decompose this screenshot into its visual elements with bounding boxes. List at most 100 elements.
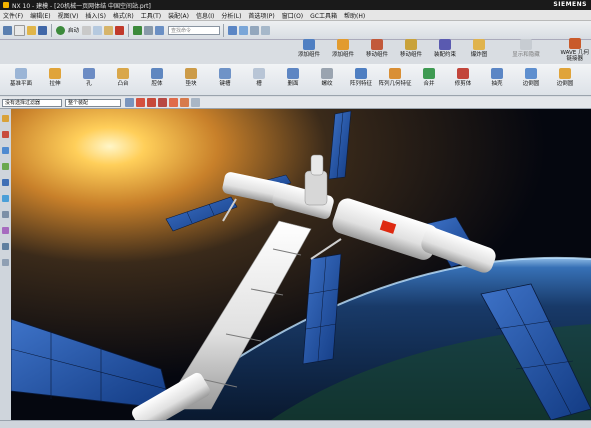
graphics-viewport[interactable]: [11, 109, 591, 420]
snap-point-icon[interactable]: [136, 98, 145, 107]
menu-file[interactable]: 文件(F): [3, 11, 23, 20]
snap-intersection-icon[interactable]: [191, 98, 200, 107]
soyuz-top: [310, 154, 324, 176]
pattern-feature-button[interactable]: 阵列特征: [344, 68, 378, 87]
web-browser-icon[interactable]: [2, 195, 9, 202]
selection-bar: 没有选择过滤器 整个装配: [0, 97, 591, 109]
groove-button[interactable]: 槽: [242, 68, 276, 87]
title-bar: NX 10 - 建模 - [20机械一页网体结 中国空间站.prt] SIEME…: [0, 0, 591, 10]
trim-body-icon: [457, 68, 469, 79]
menu-gc-toolbox[interactable]: GC工具箱: [310, 11, 337, 20]
boss-icon: [117, 68, 129, 79]
rotate-view-icon[interactable]: [239, 25, 249, 35]
move-component-button[interactable]: 移动组件: [360, 39, 394, 58]
show-hide-icon: [520, 39, 532, 50]
delete-face-icon: [287, 68, 299, 79]
pattern-feature-icon: [355, 68, 367, 79]
snap-center-icon[interactable]: [169, 98, 178, 107]
select-icon[interactable]: [125, 98, 134, 107]
history-icon[interactable]: [2, 211, 9, 218]
datum-plane-button[interactable]: 基准平面: [4, 68, 38, 87]
constraint-icon: [439, 39, 451, 50]
window-icon[interactable]: [155, 25, 165, 35]
shell-icon: [491, 68, 503, 79]
new-component-icon: [337, 39, 349, 50]
hd3d-icon[interactable]: [2, 179, 9, 186]
unite-button[interactable]: 合并: [412, 68, 446, 87]
chamfer-button[interactable]: 边倒圆: [548, 68, 582, 87]
datum-plane-icon: [15, 68, 27, 79]
extrude-icon: [49, 68, 61, 79]
assembly-navigator-icon[interactable]: [2, 115, 9, 122]
thread-button[interactable]: 螺纹: [310, 68, 344, 87]
snap-quadrant-icon[interactable]: [180, 98, 189, 107]
chamfer-icon: [559, 68, 571, 79]
delete-icon[interactable]: [115, 25, 125, 35]
start-menu[interactable]: 启动: [68, 26, 79, 34]
menu-insert[interactable]: 插入(S): [85, 11, 106, 20]
menu-assembly[interactable]: 装配(A): [168, 11, 189, 20]
menu-window[interactable]: 窗口(O): [282, 11, 303, 20]
move-component-2-button[interactable]: 移动组件: [394, 39, 428, 58]
menu-tools[interactable]: 工具(T): [141, 11, 161, 20]
wave-linker-button[interactable]: WAVE 几何 链接器: [560, 38, 589, 62]
menu-preferences[interactable]: 首选项(P): [248, 11, 274, 20]
edge-blend-button[interactable]: 边倒圆: [514, 68, 548, 87]
pad-icon: [185, 68, 197, 79]
menu-view[interactable]: 视图(V): [58, 11, 79, 20]
menu-info[interactable]: 信息(I): [196, 11, 214, 20]
copy-icon[interactable]: [93, 25, 103, 35]
repeat-icon[interactable]: [144, 25, 154, 35]
pocket-button[interactable]: 腔体: [140, 68, 174, 87]
menu-format[interactable]: 格式(R): [113, 11, 134, 20]
selection-scope-dropdown[interactable]: 整个装配: [65, 98, 121, 107]
show-hide-button[interactable]: 显示和隐藏: [496, 39, 556, 58]
slot-button[interactable]: 键槽: [208, 68, 242, 87]
part-navigator-icon[interactable]: [2, 147, 9, 154]
selection-filter-dropdown[interactable]: 没有选择过滤器: [2, 98, 62, 107]
reuse-library-icon[interactable]: [2, 163, 9, 170]
process-studio-icon[interactable]: [2, 243, 9, 250]
exploded-view-button[interactable]: 爆炸图: [462, 39, 496, 58]
hole-icon: [83, 68, 95, 79]
save-icon[interactable]: [38, 25, 47, 35]
snap-mid-icon[interactable]: [158, 98, 167, 107]
new-file-icon[interactable]: [14, 24, 25, 36]
menu-help[interactable]: 帮助(H): [344, 11, 365, 20]
trim-body-button[interactable]: 修剪体: [446, 68, 480, 87]
snap-end-icon[interactable]: [147, 98, 156, 107]
pattern-geometry-button[interactable]: 阵列几何特征: [378, 68, 412, 87]
boss-button[interactable]: 凸台: [106, 68, 140, 87]
menu-edit[interactable]: 编辑(E): [30, 11, 50, 20]
command-search-input[interactable]: 查找命令: [168, 25, 221, 35]
constraint-navigator-icon[interactable]: [2, 131, 9, 138]
delete-face-button[interactable]: 删面: [276, 68, 310, 87]
system-materials-icon[interactable]: [2, 227, 9, 234]
shell-button[interactable]: 抽壳: [480, 68, 514, 87]
move-component-icon: [371, 39, 383, 50]
grid-icon[interactable]: [3, 25, 12, 35]
redo-icon[interactable]: [133, 25, 143, 35]
pad-button[interactable]: 垫块: [174, 68, 208, 87]
new-component-button[interactable]: 添加组件: [326, 39, 360, 58]
assembly-constraint-button[interactable]: 装配约束: [428, 39, 462, 58]
menu-analysis[interactable]: 分析(L): [221, 11, 241, 20]
feature-group: 基准平面 拉伸 孔 凸台 腔体 垫块 键槽 槽 删面 螺纹 阵列特征 阵列几何特…: [4, 68, 582, 87]
add-component-icon: [303, 39, 315, 50]
zoom-icon[interactable]: [261, 25, 271, 35]
extrude-button[interactable]: 拉伸: [38, 68, 72, 87]
status-bar: [0, 420, 591, 428]
open-file-icon[interactable]: [27, 25, 36, 35]
pattern-geometry-icon: [389, 68, 401, 79]
hole-button[interactable]: 孔: [72, 68, 106, 87]
paste-icon[interactable]: [104, 25, 114, 35]
undo-icon[interactable]: [56, 25, 65, 35]
thread-icon: [321, 68, 333, 79]
exploded-view-icon: [473, 39, 485, 50]
roles-icon[interactable]: [2, 259, 9, 266]
fit-view-icon[interactable]: [228, 25, 238, 35]
pan-icon[interactable]: [250, 25, 260, 35]
edge-blend-icon: [525, 68, 537, 79]
cut-icon[interactable]: [82, 25, 92, 35]
add-component-button[interactable]: 添加组件: [292, 39, 326, 58]
